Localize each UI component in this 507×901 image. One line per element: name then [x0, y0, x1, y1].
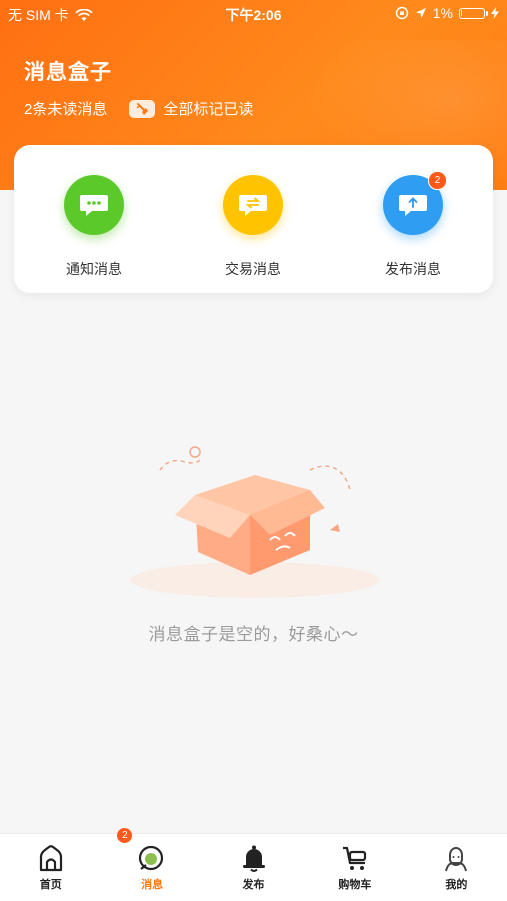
tab-profile[interactable]: 我的 [406, 834, 507, 901]
tab-label: 消息 [141, 879, 164, 891]
category-trade[interactable]: 交易消息 [198, 175, 308, 279]
notification-badge: 2 [428, 171, 447, 190]
tab-messages[interactable]: 2 消息 [101, 828, 202, 901]
tab-label: 购物车 [338, 879, 372, 891]
mark-all-read-label: 全部标记已读 [163, 101, 254, 118]
battery-percent: 1% [432, 5, 453, 21]
page-title: 消息盒子 [24, 61, 112, 84]
unread-count-text: 2条未读消息 [24, 101, 108, 118]
battery-icon [459, 7, 488, 19]
bell-icon [242, 845, 265, 872]
unread-row: 2条未读消息 全部标记已读 [24, 98, 253, 119]
upload-arrow-icon: 2 [383, 171, 447, 235]
tab-label: 发布 [242, 879, 265, 891]
mark-all-read-button[interactable]: 全部标记已读 [129, 98, 253, 119]
category-notification[interactable]: 通知消息 [39, 175, 149, 279]
tab-label: 我的 [445, 879, 468, 891]
message-category-card: 通知消息 交易消息 2 发布消息 [14, 145, 493, 293]
tab-cart[interactable]: 购物车 [304, 834, 405, 901]
tab-publish[interactable]: 发布 [203, 834, 304, 901]
profile-icon [445, 847, 468, 872]
charging-bolt-icon [491, 7, 499, 19]
empty-state-text: 消息盒子是空的，好桑心～ [148, 625, 359, 644]
location-arrow-icon [415, 8, 426, 18]
category-label: 发布消息 [385, 261, 441, 277]
category-publish[interactable]: 2 发布消息 [358, 171, 468, 279]
tab-home[interactable]: 首页 [0, 834, 101, 901]
tab-label: 首页 [39, 879, 62, 891]
cart-icon [342, 846, 367, 870]
tab-badge: 2 [117, 828, 133, 843]
empty-box-icon [120, 430, 390, 610]
status-bar: 无 SIM 卡 下午2:06 1% [0, 0, 507, 28]
exchange-icon [223, 175, 283, 235]
chat-dots-icon [64, 175, 124, 235]
orientation-lock-icon [395, 6, 409, 20]
category-label: 交易消息 [225, 261, 281, 277]
message-icon [139, 845, 164, 871]
broom-icon [129, 99, 156, 118]
bottom-tab-bar: 首页 2 消息 发布 购物车 我的 [0, 828, 507, 901]
category-label: 通知消息 [66, 261, 122, 277]
home-icon [39, 845, 62, 872]
